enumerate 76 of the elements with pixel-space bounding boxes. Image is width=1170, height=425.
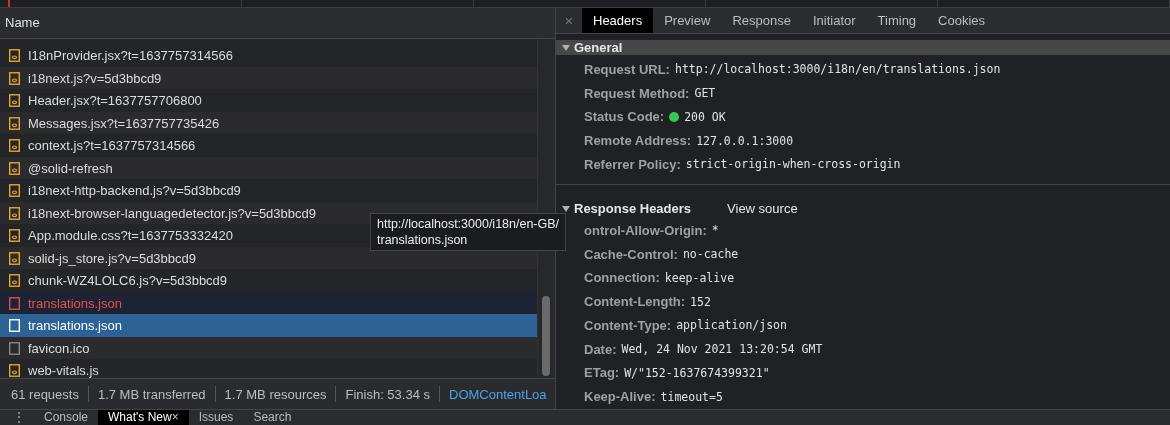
- request-row[interactable]: i18next.js?v=5d3bbcd9: [0, 66, 537, 90]
- script-file-icon: [9, 139, 20, 153]
- header-value: 200 OK: [684, 109, 726, 124]
- header-name: Cache-Control:: [584, 246, 678, 262]
- request-row[interactable]: favicon.ico: [0, 336, 537, 360]
- detail-tab[interactable]: Preview: [653, 8, 722, 34]
- expand-triangle-icon: [562, 43, 570, 52]
- detail-tab[interactable]: Initiator: [801, 8, 867, 34]
- script-file-icon: [9, 161, 20, 175]
- script-file-icon: [9, 71, 20, 85]
- header-name: Content-Length:: [584, 294, 686, 310]
- drawer-tab[interactable]: Issues: [188, 410, 244, 425]
- request-row[interactable]: context.js?t=1637757314566: [0, 134, 537, 157]
- tooltip: http://localhost:3000/i18n/en-GB/ translations.json: [370, 213, 567, 252]
- request-row[interactable]: translations.json: [0, 314, 537, 337]
- header-name: Referrer Policy:: [584, 156, 681, 172]
- detail-tab[interactable]: Response: [721, 8, 802, 34]
- header-value: W/"152-1637674399321": [624, 366, 770, 380]
- header-name: Remote Address:: [584, 133, 692, 149]
- header-value: 152: [690, 294, 711, 309]
- status-text: 61 requests: [11, 386, 79, 402]
- script-file-icon: [9, 116, 20, 130]
- request-row[interactable]: translations.json: [0, 291, 537, 315]
- script-file-icon: [9, 229, 20, 243]
- header-value: *: [711, 223, 719, 238]
- header-value: strict-origin-when-cross-origin: [685, 157, 901, 172]
- header-name: Connection:: [584, 270, 660, 286]
- drawer-tab[interactable]: Search: [243, 410, 302, 425]
- request-row[interactable]: Messages.jsx?t=1637757735426: [0, 111, 537, 135]
- detail-tab[interactable]: Headers: [582, 8, 654, 34]
- section-header[interactable]: General: [556, 40, 1170, 56]
- request-row[interactable]: Header.jsx?t=1637757706800: [0, 89, 537, 112]
- header-name: Date:: [584, 341, 617, 357]
- domcontentloaded-link[interactable]: DOMContentLoa: [449, 386, 547, 402]
- script-file-icon: [9, 274, 20, 288]
- detail-tab[interactable]: Cookies: [927, 8, 997, 34]
- request-row[interactable]: i18next-http-backend.js?v=5d3bbcd9: [0, 179, 537, 202]
- script-file-icon: [9, 251, 20, 265]
- detail-tab[interactable]: Timing: [866, 8, 928, 34]
- header-name: ontrol-Allow-Origin:: [584, 222, 707, 238]
- status-text: 1.7 MB transferred: [97, 386, 206, 402]
- header-name: Content-Type:: [584, 317, 672, 333]
- header-name: Status Code:: [584, 109, 665, 125]
- script-file-icon: [9, 49, 20, 63]
- request-row[interactable]: web-vitals.js: [0, 359, 537, 379]
- script-file-icon: [9, 184, 20, 198]
- file-icon: [9, 341, 20, 355]
- script-file-icon: [9, 364, 20, 378]
- header-name: Request Method:: [584, 85, 690, 101]
- view-source-link[interactable]: View source: [727, 201, 798, 217]
- header-value: no-cache: [682, 247, 739, 261]
- drawer-tab[interactable]: Console: [34, 410, 99, 425]
- close-icon[interactable]: ×: [171, 410, 179, 425]
- column-header[interactable]: Name: [0, 8, 555, 40]
- header-value: timeout=5: [660, 389, 723, 404]
- file-icon: [9, 319, 20, 333]
- drawer-tab[interactable]: What's New×: [98, 410, 189, 425]
- header-value: Wed, 24 Nov 2021 13:20:54 GMT: [621, 342, 823, 357]
- header-name: ETag:: [584, 365, 620, 381]
- expand-triangle-icon: [562, 204, 570, 213]
- script-file-icon: [9, 94, 20, 108]
- script-file-icon: [9, 206, 20, 220]
- request-row[interactable]: chunk-WZ4LOLC6.js?v=5d3bbcd9: [0, 269, 537, 292]
- header-value: keep-alive: [664, 270, 735, 285]
- request-row[interactable]: I18nProvider.jsx?t=1637757314566: [0, 44, 537, 67]
- request-row[interactable]: @solid-refresh: [0, 156, 537, 180]
- header-name: Request URL:: [584, 61, 670, 77]
- more-menu-icon[interactable]: ⋮: [4, 410, 34, 425]
- header-value: application/json: [676, 318, 787, 333]
- status-text: Finish: 53.34 s: [345, 386, 430, 402]
- status-text: 1.7 MB resources: [224, 386, 327, 402]
- header-name: Keep-Alive:: [584, 389, 656, 405]
- header-value: GET: [694, 86, 716, 100]
- header-value: http://localhost:3000/i18n/en/translations.json: [674, 62, 1001, 77]
- header-value: 127.0.0.1:3000: [696, 133, 794, 148]
- file-icon: [9, 296, 20, 310]
